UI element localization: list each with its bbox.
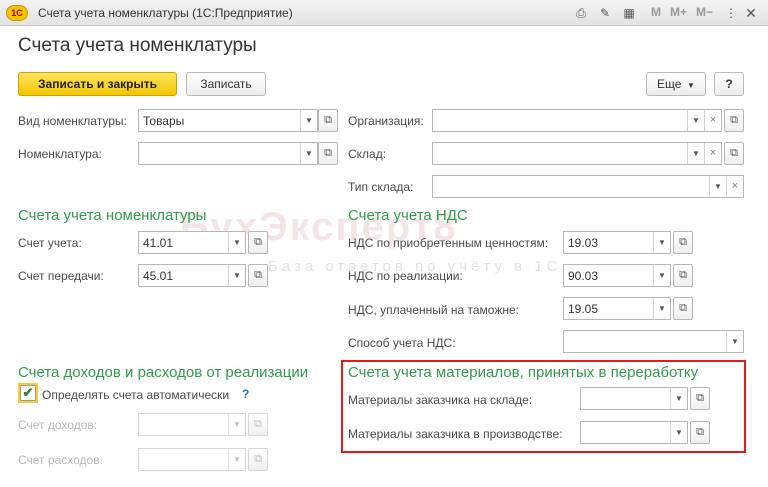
chevron-down-icon[interactable]: ▼ <box>300 110 317 131</box>
open-icon[interactable]: ⧉ <box>724 142 744 165</box>
open-icon[interactable]: ⧉ <box>318 109 338 132</box>
chevron-down-icon[interactable]: ▼ <box>653 265 670 286</box>
mat-production-field[interactable]: ▼ <box>580 421 688 444</box>
open-icon[interactable]: ⧉ <box>724 109 744 132</box>
menu-icon[interactable]: ⋮ <box>722 4 740 22</box>
transfer-value: 45.01 <box>143 269 174 283</box>
chevron-down-icon[interactable]: ▼ <box>300 143 317 164</box>
warehouse-field[interactable]: ▼ × <box>432 142 722 165</box>
window-titlebar: 1С Счета учета номенклатуры (1С:Предприя… <box>0 0 768 26</box>
chevron-down-icon[interactable]: ▼ <box>653 232 670 253</box>
more-button[interactable]: Еще ▼ <box>646 72 706 96</box>
memory-button[interactable]: M <box>651 5 661 19</box>
save-button[interactable]: Записать <box>186 72 266 96</box>
vat-customs-field[interactable]: 19.05 ▼ <box>563 297 671 320</box>
item-label: Номенклатура: <box>18 147 102 161</box>
transfer-field[interactable]: 45.01 ▼ <box>138 264 246 287</box>
edit-icon[interactable]: ✎ <box>596 4 614 22</box>
vat-method-field[interactable]: ▼ <box>563 330 744 353</box>
open-icon[interactable]: ⧉ <box>248 264 268 287</box>
vat-sales-field[interactable]: 90.03 ▼ <box>563 264 671 287</box>
vat-method-label: Способ учета НДС: <box>348 336 456 350</box>
auto-accounts-label: Определять счета автоматически <box>42 388 230 402</box>
close-window-icon[interactable]: ✕ <box>742 4 760 22</box>
memory-plus-button[interactable]: M+ <box>670 5 687 19</box>
chevron-down-icon[interactable]: ▼ <box>687 143 704 164</box>
chevron-down-icon[interactable]: ▼ <box>687 110 704 131</box>
org-label: Организация: <box>348 114 424 128</box>
chevron-down-icon: ▼ <box>684 81 695 90</box>
kind-label: Вид номенклатуры: <box>18 114 127 128</box>
open-icon[interactable]: ⧉ <box>673 297 693 320</box>
window-title: Счета учета номенклатуры (1С:Предприятие… <box>38 6 293 20</box>
chevron-down-icon[interactable]: ▼ <box>670 422 687 443</box>
open-icon[interactable]: ⧉ <box>248 413 268 436</box>
open-icon[interactable]: ⧉ <box>690 421 710 444</box>
account-field[interactable]: 41.01 ▼ <box>138 231 246 254</box>
clear-icon[interactable]: × <box>726 176 743 197</box>
clear-icon[interactable]: × <box>704 143 721 164</box>
section-income-title: Счета доходов и расходов от реализации <box>18 364 309 381</box>
mat-production-label: Материалы заказчика в производстве: <box>348 427 563 441</box>
section-vat-title: Счета учета НДС <box>348 207 468 224</box>
print-icon[interactable]: ⎙ <box>572 4 590 22</box>
help-button[interactable]: ? <box>714 72 744 96</box>
open-icon[interactable]: ⧉ <box>248 231 268 254</box>
save-and-close-button[interactable]: Записать и закрыть <box>18 72 177 96</box>
vat-purchased-label: НДС по приобретенным ценностям: <box>348 236 549 250</box>
kind-field[interactable]: Товары ▼ <box>138 109 318 132</box>
chevron-down-icon[interactable]: ▼ <box>670 388 687 409</box>
section-accounts-title: Счета учета номенклатуры <box>18 207 207 224</box>
chevron-down-icon[interactable]: ▼ <box>228 232 245 253</box>
chevron-down-icon[interactable]: ▼ <box>228 414 245 435</box>
expense-label: Счет расходов: <box>18 453 103 467</box>
open-icon[interactable]: ⧉ <box>318 142 338 165</box>
calendar-icon[interactable]: ▦ <box>620 4 638 22</box>
transfer-label: Счет передачи: <box>18 269 104 283</box>
auto-accounts-checkbox[interactable]: ✔ <box>20 385 36 401</box>
mat-warehouse-field[interactable]: ▼ <box>580 387 688 410</box>
income-label: Счет доходов: <box>18 418 98 432</box>
item-field[interactable]: ▼ <box>138 142 318 165</box>
warehouse-type-label: Тип склада: <box>348 180 414 194</box>
kind-value: Товары <box>143 114 185 128</box>
warehouse-type-field[interactable]: ▼ × <box>432 175 744 198</box>
chevron-down-icon[interactable]: ▼ <box>726 331 743 352</box>
vat-customs-label: НДС, уплаченный на таможне: <box>348 303 519 317</box>
vat-sales-value: 90.03 <box>568 269 599 283</box>
income-field[interactable]: ▼ <box>138 413 246 436</box>
open-icon[interactable]: ⧉ <box>248 448 268 471</box>
org-field[interactable]: ▼ × <box>432 109 722 132</box>
account-value: 41.01 <box>143 236 174 250</box>
section-materials-title: Счета учета материалов, принятых в перер… <box>348 364 699 381</box>
app-logo-icon: 1С <box>6 5 28 21</box>
clear-icon[interactable]: × <box>704 110 721 131</box>
open-icon[interactable]: ⧉ <box>690 387 710 410</box>
vat-purchased-field[interactable]: 19.03 ▼ <box>563 231 671 254</box>
vat-sales-label: НДС по реализации: <box>348 269 463 283</box>
chevron-down-icon[interactable]: ▼ <box>228 265 245 286</box>
more-label: Еще <box>657 77 682 91</box>
help-icon[interactable]: ? <box>242 387 249 401</box>
mat-warehouse-label: Материалы заказчика на складе: <box>348 393 533 407</box>
chevron-down-icon[interactable]: ▼ <box>709 176 726 197</box>
page-title: Счета учета номенклатуры <box>18 35 257 56</box>
open-icon[interactable]: ⧉ <box>673 231 693 254</box>
vat-purchased-value: 19.03 <box>568 236 599 250</box>
chevron-down-icon[interactable]: ▼ <box>228 449 245 470</box>
chevron-down-icon[interactable]: ▼ <box>653 298 670 319</box>
account-label: Счет учета: <box>18 236 82 250</box>
expense-field[interactable]: ▼ <box>138 448 246 471</box>
memory-minus-button[interactable]: M− <box>696 5 713 19</box>
vat-customs-value: 19.05 <box>568 302 599 316</box>
warehouse-label: Склад: <box>348 147 387 161</box>
open-icon[interactable]: ⧉ <box>673 264 693 287</box>
